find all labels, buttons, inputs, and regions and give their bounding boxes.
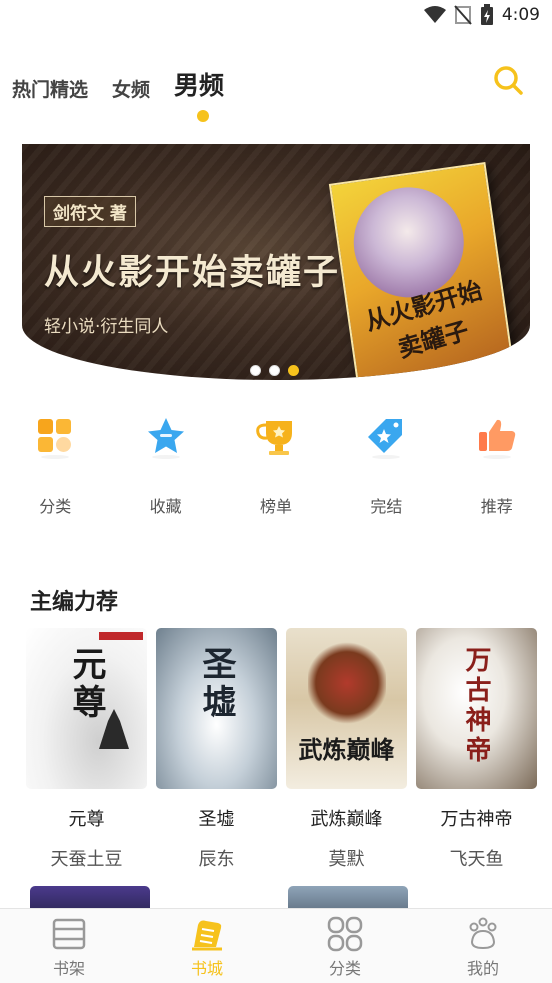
banner-dot-active[interactable] xyxy=(288,365,299,376)
bookshelf-icon xyxy=(52,918,86,950)
bottom-nav-label: 我的 xyxy=(466,959,499,978)
book-name: 元尊 xyxy=(68,809,105,830)
status-icons: 4:09 xyxy=(423,4,540,26)
book-cover: 元尊 xyxy=(26,628,147,789)
quick-nav-recommend[interactable]: 推荐 xyxy=(442,415,552,517)
no-signal-icon xyxy=(454,5,472,25)
trophy-icon xyxy=(256,421,292,455)
bottom-nav: 书架 书城 分类 我的 xyxy=(0,908,552,983)
tab-male[interactable]: 男频 xyxy=(174,66,224,102)
bottom-nav-label: 书架 xyxy=(52,959,85,978)
tag-star-icon xyxy=(368,419,403,459)
quick-nav-completed[interactable]: 完结 xyxy=(331,415,441,517)
top-tabs: 热门精选 女频 男频 xyxy=(12,62,224,102)
bottom-nav-category[interactable]: 分类 xyxy=(276,909,414,983)
thumbs-up-icon xyxy=(478,419,515,459)
bottom-nav-label: 分类 xyxy=(328,959,361,978)
book-card[interactable]: 元尊 元尊 天蚕土豆 xyxy=(26,628,147,871)
battery-icon xyxy=(480,4,493,25)
bookstore-icon xyxy=(192,920,222,951)
banner-dot[interactable] xyxy=(250,365,261,376)
book-cover-title: 万古神帝 xyxy=(461,646,491,766)
bottom-nav-label: 书城 xyxy=(190,959,223,978)
quick-nav-label: 推荐 xyxy=(480,497,513,516)
quick-nav: 分类 收藏 榜单 完结 推荐 xyxy=(0,415,552,517)
banner-book-cover: 从火影开始卖罐子 xyxy=(328,161,514,380)
book-name: 万古神帝 xyxy=(440,809,513,830)
wifi-icon xyxy=(423,6,446,23)
book-cover-title: 圣墟 xyxy=(196,646,236,722)
category-grid-icon xyxy=(38,419,72,459)
book-card[interactable]: 万古神帝 万古神帝 飞天鱼 xyxy=(416,628,537,871)
quick-nav-category[interactable]: 分类 xyxy=(0,415,110,517)
book-cover: 武炼巅峰 xyxy=(286,628,407,789)
star-icon xyxy=(147,418,184,459)
book-card[interactable]: 圣墟 圣墟 辰东 xyxy=(156,628,277,871)
cover-badge xyxy=(99,632,143,640)
section-title: 主编力荐 xyxy=(30,590,119,615)
book-cover: 万古神帝 xyxy=(416,628,537,789)
bottom-nav-profile[interactable]: 我的 xyxy=(414,909,552,983)
bottom-nav-bookstore[interactable]: 书城 xyxy=(138,909,276,983)
banner-author-tag: 剑符文 著 xyxy=(44,196,136,227)
status-bar: 4:09 xyxy=(0,0,552,32)
category-icon xyxy=(327,916,363,952)
book-author: 辰东 xyxy=(198,849,235,870)
book-list: 元尊 元尊 天蚕土豆 圣墟 圣墟 辰东 武炼巅峰 武炼巅峰 莫默 万古神帝 万古… xyxy=(26,628,537,871)
quick-nav-label: 分类 xyxy=(39,497,72,516)
book-card[interactable]: 武炼巅峰 武炼巅峰 莫默 xyxy=(286,628,407,871)
quick-nav-rankings[interactable]: 榜单 xyxy=(221,415,331,517)
book-cover: 圣墟 xyxy=(156,628,277,789)
banner-dot[interactable] xyxy=(269,365,280,376)
book-name: 武炼巅峰 xyxy=(310,809,383,830)
search-icon[interactable] xyxy=(492,64,524,96)
tab-hot-picks[interactable]: 热门精选 xyxy=(12,75,88,102)
banner-title: 从火影开始卖罐子 xyxy=(44,253,341,293)
banner-pagination xyxy=(250,365,299,376)
book-author: 莫默 xyxy=(328,849,365,870)
banner-subtitle: 轻小说·衍生同人 xyxy=(44,317,169,337)
quick-nav-favorites[interactable]: 收藏 xyxy=(110,415,220,517)
cover-art xyxy=(308,642,386,724)
book-author: 天蚕土豆 xyxy=(50,849,123,870)
promo-banner[interactable]: 剑符文 著 从火影开始卖罐子 轻小说·衍生同人 从火影开始卖罐子 xyxy=(22,144,530,380)
book-cover-title: 武炼巅峰 xyxy=(298,736,395,764)
bottom-nav-bookshelf[interactable]: 书架 xyxy=(0,909,138,983)
quick-nav-label: 榜单 xyxy=(259,497,292,516)
book-cover-title: 元尊 xyxy=(66,646,106,722)
quick-nav-label: 收藏 xyxy=(149,497,182,516)
quick-nav-label: 完结 xyxy=(370,497,403,516)
status-time: 4:09 xyxy=(501,5,540,25)
book-author: 飞天鱼 xyxy=(449,849,504,870)
book-name: 圣墟 xyxy=(198,809,235,830)
tab-active-indicator xyxy=(197,110,209,122)
paw-profile-icon xyxy=(469,917,497,950)
tab-female[interactable]: 女频 xyxy=(112,75,150,102)
